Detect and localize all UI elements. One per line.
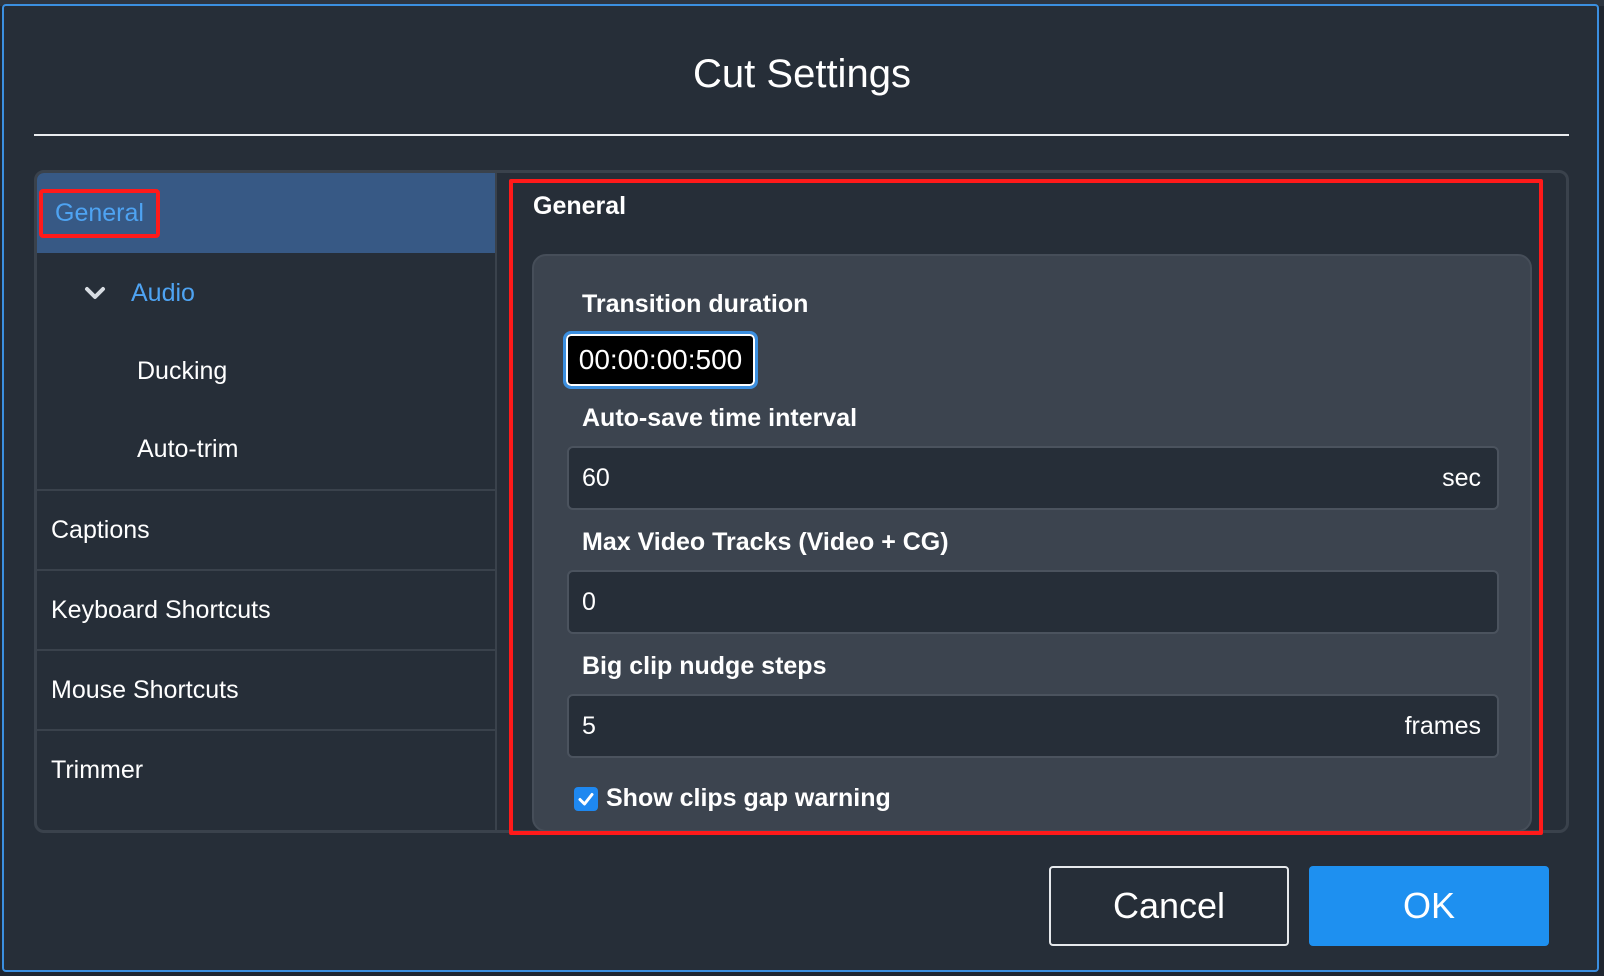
cancel-button[interactable]: Cancel <box>1049 866 1289 946</box>
sidebar-item-label: Mouse Shortcuts <box>51 675 239 704</box>
show-gap-warning-checkbox[interactable] <box>574 786 598 811</box>
sidebar-item-label: Trimmer <box>51 755 144 784</box>
sidebar-item-label: Captions <box>51 515 150 544</box>
transition-duration-label: Transition duration <box>582 290 809 318</box>
autosave-interval-label: Auto-save time interval <box>582 404 858 432</box>
sidebar-item-label: Ducking <box>137 356 228 385</box>
max-video-tracks-label: Max Video Tracks (Video + CG) <box>582 528 949 556</box>
big-clip-nudge-unit: frames <box>1404 711 1481 740</box>
sidebar-item-captions[interactable]: Captions <box>37 489 495 569</box>
sidebar-item-keyboard-shortcuts[interactable]: Keyboard Shortcuts <box>37 569 495 649</box>
dialog-title: Cut Settings <box>693 52 911 96</box>
panel-title: General <box>533 192 627 220</box>
sidebar-item-trimmer[interactable]: Trimmer <box>37 729 495 809</box>
sidebar-item-ducking[interactable]: Ducking <box>37 331 495 411</box>
max-video-tracks-input[interactable]: 0 <box>567 570 1499 634</box>
big-clip-nudge-input[interactable]: 5 frames <box>567 694 1499 758</box>
sidebar-item-label: Keyboard Shortcuts <box>51 595 271 624</box>
big-clip-nudge-value: 5 <box>582 711 596 740</box>
autosave-interval-input[interactable]: 60 sec <box>567 446 1499 510</box>
chevron-down-icon[interactable] <box>81 279 109 307</box>
sidebar-item-label: General <box>39 188 160 238</box>
show-gap-warning-row[interactable]: Show clips gap warning <box>574 784 891 813</box>
sidebar-item-general[interactable]: General <box>37 173 495 253</box>
autosave-interval-value: 60 <box>582 463 610 492</box>
sidebar-item-label: Auto-trim <box>137 434 239 463</box>
autosave-interval-unit: sec <box>1442 463 1481 492</box>
sidebar-item-audio[interactable]: Audio <box>37 253 495 333</box>
transition-duration-input[interactable]: 00:00:00:500 <box>563 331 758 389</box>
sidebar-item-label: Audio <box>131 278 195 307</box>
big-clip-nudge-label: Big clip nudge steps <box>582 652 827 680</box>
show-gap-warning-label: Show clips gap warning <box>606 784 891 812</box>
checkmark-icon <box>578 792 594 805</box>
sidebar-item-mouse-shortcuts[interactable]: Mouse Shortcuts <box>37 649 495 729</box>
sidebar-item-auto-trim[interactable]: Auto-trim <box>37 409 495 489</box>
ok-button[interactable]: OK <box>1309 866 1549 946</box>
max-video-tracks-value: 0 <box>582 587 596 616</box>
settings-sidebar: General Audio Ducking Auto-trim Captions… <box>37 173 497 830</box>
title-divider <box>34 134 1569 136</box>
